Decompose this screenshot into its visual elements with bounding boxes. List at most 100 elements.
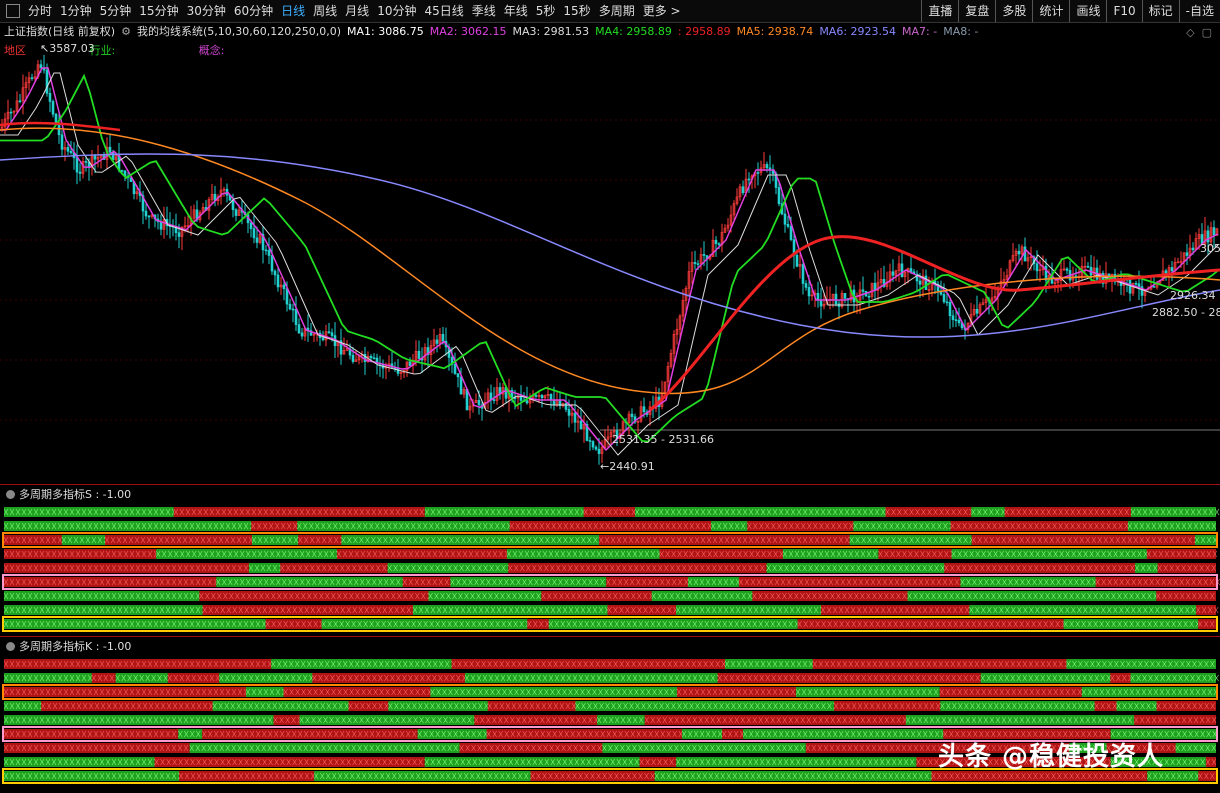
- candle-body: [369, 355, 373, 359]
- candle-body: [954, 319, 958, 321]
- band-segment: [1156, 701, 1216, 711]
- multi-period-panel-s[interactable]: [0, 503, 1220, 635]
- right-tools: 直播 复盘 多股 统计 画线 F10 标记 -自选: [921, 0, 1220, 22]
- band-segment: [654, 771, 932, 781]
- panel-s-label: 多周期多指标S : -1.00: [19, 488, 132, 501]
- tool-button[interactable]: 标记: [1141, 0, 1179, 22]
- band-segment: [1205, 757, 1216, 767]
- period-tab[interactable]: 10分钟: [373, 0, 420, 22]
- band-segment: [676, 605, 822, 615]
- candle-body: [1152, 286, 1156, 288]
- right-label-2: 2882.50 - 28: [1152, 306, 1220, 319]
- candle-body: [435, 339, 439, 344]
- panel-k-label: 多周期多指标K : -1.00: [19, 640, 132, 653]
- window-icon[interactable]: [6, 4, 20, 18]
- tool-button[interactable]: -自选: [1178, 0, 1220, 22]
- band-segment: [402, 577, 451, 587]
- period-tab[interactable]: 季线: [468, 0, 500, 22]
- candle-body: [834, 293, 838, 305]
- candle-body: [918, 280, 922, 285]
- band-segment: [4, 507, 174, 517]
- tool-button[interactable]: 复盘: [958, 0, 995, 22]
- panel-controls[interactable]: ◇ ▢: [1186, 26, 1212, 39]
- band-segment: [607, 605, 677, 615]
- candle-body: [177, 232, 181, 237]
- period-tab[interactable]: 15分钟: [135, 0, 182, 22]
- band-segment: [459, 743, 603, 753]
- candle-body: [588, 440, 592, 442]
- candle-body: [642, 406, 646, 413]
- candle-body: [330, 332, 334, 336]
- period-tab[interactable]: 分时: [24, 0, 56, 22]
- ma-line-ma3: [0, 72, 1219, 456]
- band-segment: [1156, 591, 1216, 601]
- period-tab[interactable]: 周线: [309, 0, 341, 22]
- candle-body: [1065, 268, 1069, 271]
- band-segment: [4, 605, 203, 615]
- collapse-icon[interactable]: [6, 641, 15, 651]
- candle-body: [288, 303, 292, 310]
- tool-button[interactable]: 多股: [995, 0, 1032, 22]
- band-segment: [298, 535, 342, 545]
- candle-body: [756, 172, 760, 174]
- band-segment: [474, 715, 598, 725]
- candle-body: [300, 332, 304, 337]
- ma-value: MA3: 2981.53: [512, 24, 590, 38]
- candle-body: [30, 77, 34, 79]
- ma-value: MA5: 2938.74: [736, 24, 814, 38]
- candle-body: [297, 324, 301, 334]
- period-tab[interactable]: 5秒: [532, 0, 560, 22]
- period-tab[interactable]: 5分钟: [96, 0, 136, 22]
- ma-value: MA1: 3086.75: [347, 24, 424, 38]
- period-tab[interactable]: 多周期: [595, 0, 639, 22]
- tool-button[interactable]: 直播: [921, 0, 958, 22]
- settings-icon[interactable]: ⚙: [121, 25, 131, 38]
- indicator-name[interactable]: 我的均线系统(5,10,30,60,120,250,0,0): [137, 23, 341, 39]
- period-tab[interactable]: 30分钟: [183, 0, 230, 22]
- candle-body: [696, 263, 700, 265]
- ma-value: MA7: -: [902, 24, 938, 38]
- band-segment: [599, 535, 850, 545]
- band-segment: [639, 757, 677, 767]
- candle-body: [597, 448, 601, 454]
- tool-button[interactable]: F10: [1106, 0, 1141, 22]
- candle-body: [693, 262, 697, 264]
- period-tab[interactable]: 15秒: [559, 0, 594, 22]
- period-tab[interactable]: 更多 >: [639, 0, 685, 22]
- band-segment: [336, 549, 507, 559]
- tool-button[interactable]: 画线: [1069, 0, 1106, 22]
- period-tab[interactable]: 月线: [341, 0, 373, 22]
- band-segment: [4, 549, 157, 559]
- candlestick-chart[interactable]: ↖3587.03 2531.35 - 2531.66 ←2440.91 2926.34…: [0, 40, 1220, 484]
- band-segment: [747, 521, 854, 531]
- right-label-1: 2926.34: [1170, 289, 1216, 302]
- candle-body: [372, 357, 376, 360]
- tool-button[interactable]: 统计: [1032, 0, 1069, 22]
- band-segment: [1130, 673, 1216, 683]
- band-segment: [597, 715, 645, 725]
- period-tab[interactable]: 年线: [500, 0, 532, 22]
- band-segment: [451, 659, 726, 669]
- period-list: 分时 1分钟 5分钟 15分钟 30分钟 60分钟 日线 周线 月线 10分钟 45日线 季线 年线 5秒…: [24, 0, 685, 22]
- band-segment: [541, 591, 652, 601]
- panel-k-title[interactable]: 多周期多指标K : -1.00: [6, 638, 131, 654]
- band-segment: [575, 701, 835, 711]
- candle-body: [786, 223, 790, 227]
- band-segment: [321, 619, 528, 629]
- band-segment: [971, 535, 1196, 545]
- band-segment: [797, 619, 1064, 629]
- collapse-icon[interactable]: [6, 489, 15, 499]
- candle-body: [120, 170, 124, 172]
- candle-body: [453, 364, 457, 374]
- period-tab[interactable]: 45日线: [420, 0, 467, 22]
- panel-s-title[interactable]: 多周期多指标S : -1.00: [6, 486, 131, 502]
- candle-body: [267, 250, 271, 256]
- period-tab[interactable]: 60分钟: [230, 0, 277, 22]
- candle-body: [783, 213, 787, 225]
- period-tab[interactable]: 1分钟: [56, 0, 96, 22]
- candle-body: [264, 249, 268, 252]
- period-tab[interactable]: 日线: [277, 0, 309, 22]
- candle-body: [801, 264, 805, 284]
- band-segment: [834, 701, 941, 711]
- band-segment: [944, 563, 1136, 573]
